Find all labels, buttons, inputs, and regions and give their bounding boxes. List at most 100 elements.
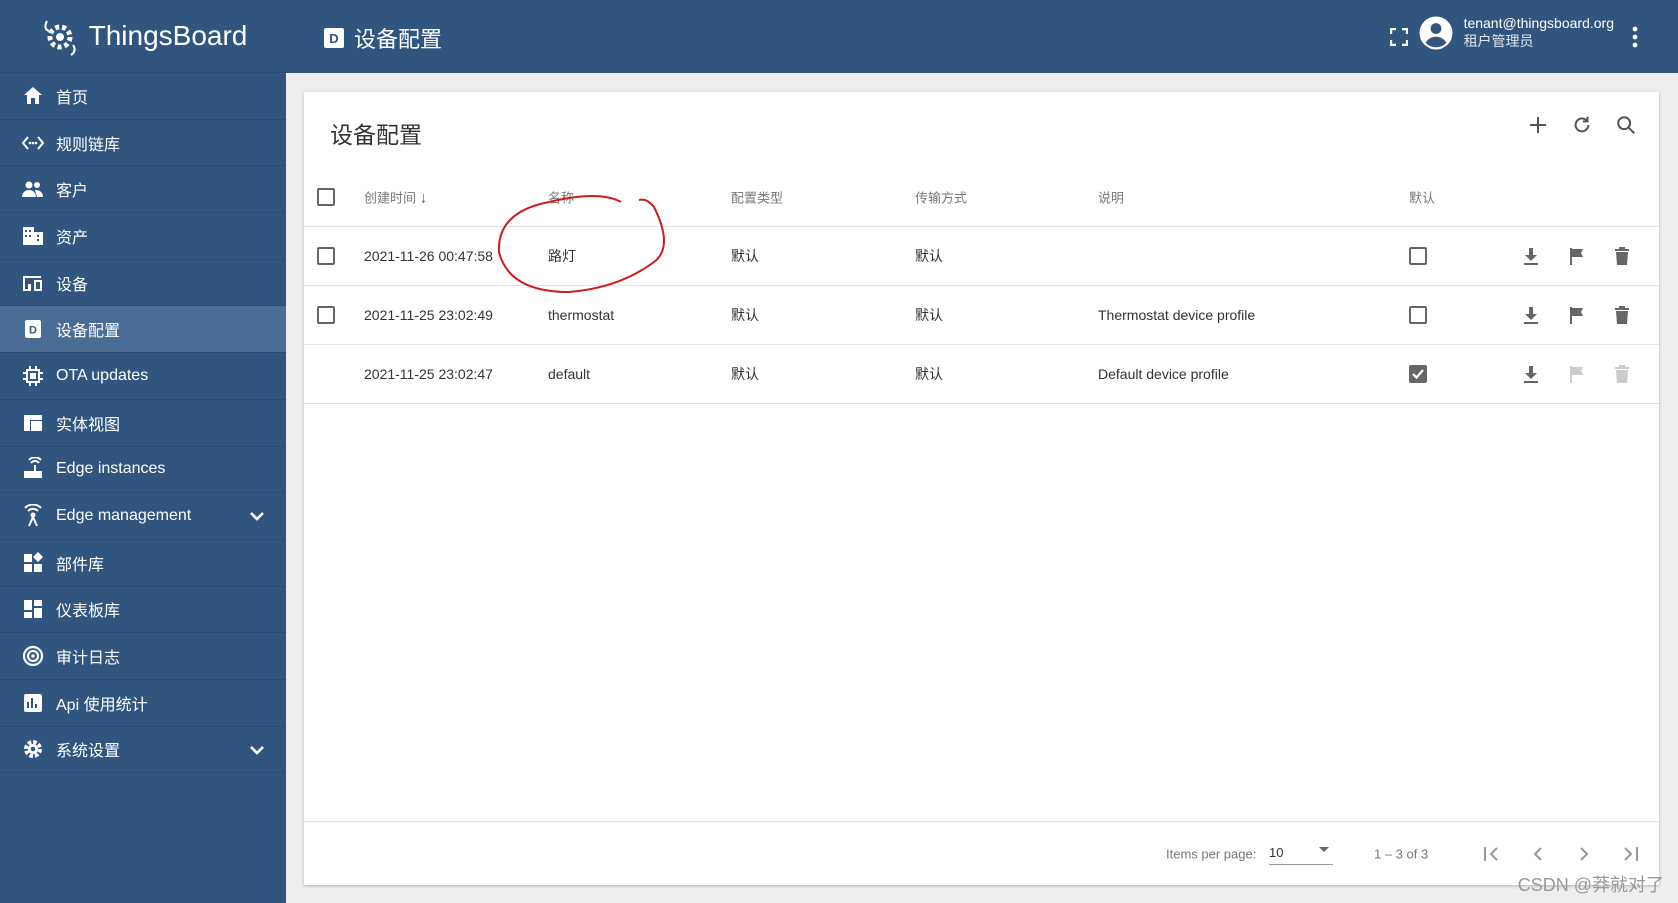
sidebar-item-label: 系统设置 — [56, 743, 121, 761]
sidebar-item-label: Edge instances — [56, 460, 166, 478]
cell-name: thermostat — [548, 307, 615, 323]
sidebar-item-4[interactable]: 设备 — [0, 260, 286, 307]
search-icon[interactable] — [1615, 114, 1637, 136]
column-header-description[interactable]: 说明 — [1098, 188, 1124, 207]
sidebar-item-label: 仪表板库 — [56, 603, 121, 621]
memory-icon — [20, 365, 46, 387]
logo[interactable]: ThingsBoard — [0, 0, 286, 73]
cell-type: 默认 — [731, 366, 759, 382]
sidebar-item-3[interactable]: 资产 — [0, 213, 286, 260]
export-icon[interactable] — [1521, 305, 1541, 325]
people-icon — [20, 178, 46, 200]
sidebar-item-label: 实体视图 — [56, 416, 121, 434]
app-name: ThingsBoard — [88, 20, 248, 51]
building-icon — [20, 225, 46, 247]
sidebar-item-label: 设备 — [56, 276, 89, 294]
table-row[interactable]: 2021-11-25 23:02:47 default 默认 默认 Defaul… — [304, 345, 1659, 404]
cell-created: 2021-11-25 23:02:47 — [364, 366, 493, 382]
sidebar-item-1[interactable]: 规则链库 — [0, 120, 286, 167]
watermark: CSDN @莽就对了 — [1517, 875, 1664, 895]
cell-created: 2021-11-25 23:02:49 — [364, 307, 493, 323]
sidebar-item-2[interactable]: 客户 — [0, 166, 286, 214]
select-all-checkbox[interactable] — [317, 188, 335, 206]
dropdown-arrow-icon — [1319, 846, 1329, 852]
delete-icon[interactable] — [1612, 305, 1632, 325]
items-per-page-label: Items per page: — [1166, 846, 1257, 861]
previous-page-icon[interactable] — [1528, 844, 1548, 864]
sidebar-item-10[interactable]: 部件库 — [0, 540, 286, 587]
sidebar-item-9[interactable]: Edge management — [0, 493, 286, 540]
sidebar-item-label: 部件库 — [56, 556, 105, 574]
view-icon — [20, 412, 46, 434]
cell-description: Thermostat device profile — [1098, 307, 1256, 323]
red-circle-annotation — [497, 195, 665, 294]
gear-icon — [20, 738, 46, 760]
cell-type: 默认 — [731, 248, 759, 264]
delete-icon — [1612, 364, 1632, 384]
sidebar-item-7[interactable]: 实体视图 — [0, 400, 286, 447]
next-page-icon[interactable] — [1574, 844, 1594, 864]
sidebar-item-label: Api 使用统计 — [56, 696, 148, 714]
add-icon[interactable] — [1527, 114, 1549, 136]
range-label: 1 – 3 of 3 — [1374, 846, 1429, 861]
default-checkbox — [1409, 247, 1427, 265]
row-select-checkbox[interactable] — [317, 306, 335, 324]
sidebar-item-label: Edge management — [56, 507, 192, 525]
row-select-checkbox[interactable] — [317, 247, 335, 265]
device-profile-icon: D — [20, 318, 46, 340]
device-profile-icon: D — [324, 28, 344, 48]
default-checkbox — [1409, 365, 1427, 383]
flag-icon[interactable] — [1567, 305, 1587, 325]
flag-icon[interactable] — [1567, 246, 1587, 266]
column-header-transport[interactable]: 传输方式 — [915, 188, 967, 207]
column-header-type[interactable]: 配置类型 — [731, 188, 783, 207]
delete-icon[interactable] — [1612, 246, 1632, 266]
card-title: 设备配置 — [330, 122, 422, 148]
sort-arrow-down-icon: ↓ — [419, 189, 428, 207]
svg-text:D: D — [29, 325, 37, 337]
items-per-page-select[interactable]: 10 — [1269, 843, 1333, 865]
check-icon — [1412, 369, 1424, 380]
fullscreen-icon[interactable] — [1390, 28, 1408, 46]
export-icon[interactable] — [1521, 364, 1541, 384]
refresh-icon[interactable] — [1571, 114, 1593, 136]
more-vert-icon[interactable] — [1632, 26, 1638, 48]
last-page-icon[interactable] — [1620, 844, 1640, 864]
paginator: Items per page: 10 1 – 3 of 3 — [304, 821, 1659, 885]
sidebar-item-12[interactable]: 审计日志 — [0, 633, 286, 680]
sidebar-item-8[interactable]: Edge instances — [0, 447, 286, 494]
sidebar: ThingsBoard 首页规则链库客户资产设备 D 设备配置 OTA updates… — [0, 0, 286, 903]
chart-icon — [20, 692, 46, 714]
sidebar-item-14[interactable]: 系统设置 — [0, 727, 286, 774]
sidebar-item-label: 设备配置 — [56, 323, 121, 341]
cell-transport: 默认 — [915, 307, 943, 323]
cell-type: 默认 — [731, 307, 759, 323]
home-icon — [20, 85, 46, 107]
user-menu[interactable]: tenant@thingsboard.org 租户管理员 — [1418, 15, 1614, 51]
cell-created: 2021-11-26 00:47:58 — [364, 248, 493, 264]
export-icon[interactable] — [1521, 246, 1541, 266]
device-profiles-card: 设备配置 创建时间 ↓ 名称 配置类型 传输方式 说明 默认 2021-11-2… — [304, 92, 1659, 885]
cell-description: Default device profile — [1098, 366, 1229, 382]
user-role: 租户管理员 — [1463, 33, 1534, 49]
chevron-down-icon[interactable] — [248, 741, 266, 759]
sidebar-item-label: 规则链库 — [56, 136, 121, 154]
sidebar-item-13[interactable]: Api 使用统计 — [0, 680, 286, 727]
sidebar-item-5[interactable]: D 设备配置 — [0, 306, 286, 354]
top-bar: D 设备配置 tenant@thingsboard.org 租户管理员 — [286, 0, 1678, 73]
page-header-title: 设备配置 — [354, 27, 443, 52]
sidebar-item-6[interactable]: OTA updates — [0, 353, 286, 400]
column-header-default[interactable]: 默认 — [1409, 188, 1435, 207]
code-icon — [20, 132, 46, 154]
column-header-created[interactable]: 创建时间 ↓ — [364, 188, 427, 207]
sidebar-item-label: 客户 — [56, 183, 89, 201]
user-email: tenant@thingsboard.org — [1463, 15, 1614, 31]
sidebar-item-0[interactable]: 首页 — [0, 73, 286, 120]
chevron-down-icon[interactable] — [248, 507, 266, 525]
sidebar-item-11[interactable]: 仪表板库 — [0, 587, 286, 634]
cell-name: default — [548, 366, 591, 382]
track-icon — [20, 645, 46, 667]
devices-icon — [20, 272, 46, 294]
cell-transport: 默认 — [915, 366, 943, 382]
first-page-icon[interactable] — [1482, 844, 1502, 864]
